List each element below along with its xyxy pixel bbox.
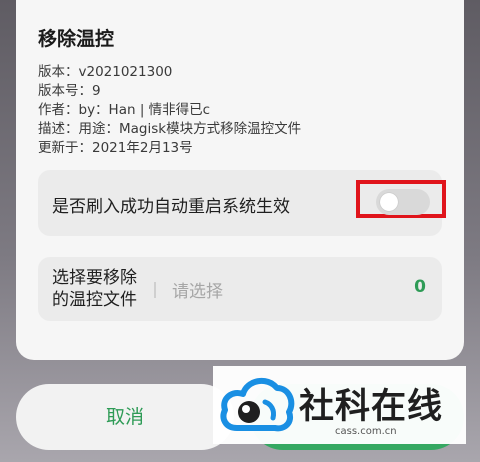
info-author: 作者：by：Han | 情非得已c <box>38 102 211 118</box>
switch-knob <box>380 193 398 211</box>
thermal-file-selector[interactable]: 选择要移除 的温控文件 请选择 0 <box>38 257 442 321</box>
thermal-file-label-line2: 的温控文件 <box>52 290 137 310</box>
watermark: 社科在线 cass.com.cn <box>213 366 466 444</box>
cancel-button[interactable]: 取消 <box>16 384 234 450</box>
thermal-file-label-line1: 选择要移除 <box>52 268 137 288</box>
thermal-file-label: 选择要移除 的温控文件 <box>52 267 137 311</box>
watermark-text: 社科在线 <box>299 387 444 427</box>
info-description: 描述：用途：Magisk模块方式移除温控文件 <box>38 121 302 137</box>
info-updated: 更新于：2021年2月13号 <box>38 140 193 156</box>
thermal-file-placeholder: 请选择 <box>172 282 223 302</box>
info-version-code: 版本号：9 <box>38 83 101 99</box>
cloud-logo-icon <box>220 377 295 432</box>
remove-thermal-control-dialog: 移除温控 版本：v2021021300 版本号：9 作者：by：Han | 情非… <box>16 0 464 360</box>
dialog-title: 移除温控 <box>38 28 115 50</box>
selected-count: 0 <box>414 277 426 297</box>
field-divider <box>154 282 156 298</box>
module-info: 版本：v2021021300 版本号：9 作者：by：Han | 情非得已c 描… <box>38 63 301 158</box>
auto-reboot-option: 是否刷入成功自动重启系统生效 <box>38 170 446 236</box>
watermark-url: cass.com.cn <box>335 426 397 437</box>
auto-reboot-switch[interactable] <box>376 189 430 215</box>
auto-reboot-label: 是否刷入成功自动重启系统生效 <box>52 197 290 217</box>
info-version: 版本：v2021021300 <box>38 64 173 80</box>
